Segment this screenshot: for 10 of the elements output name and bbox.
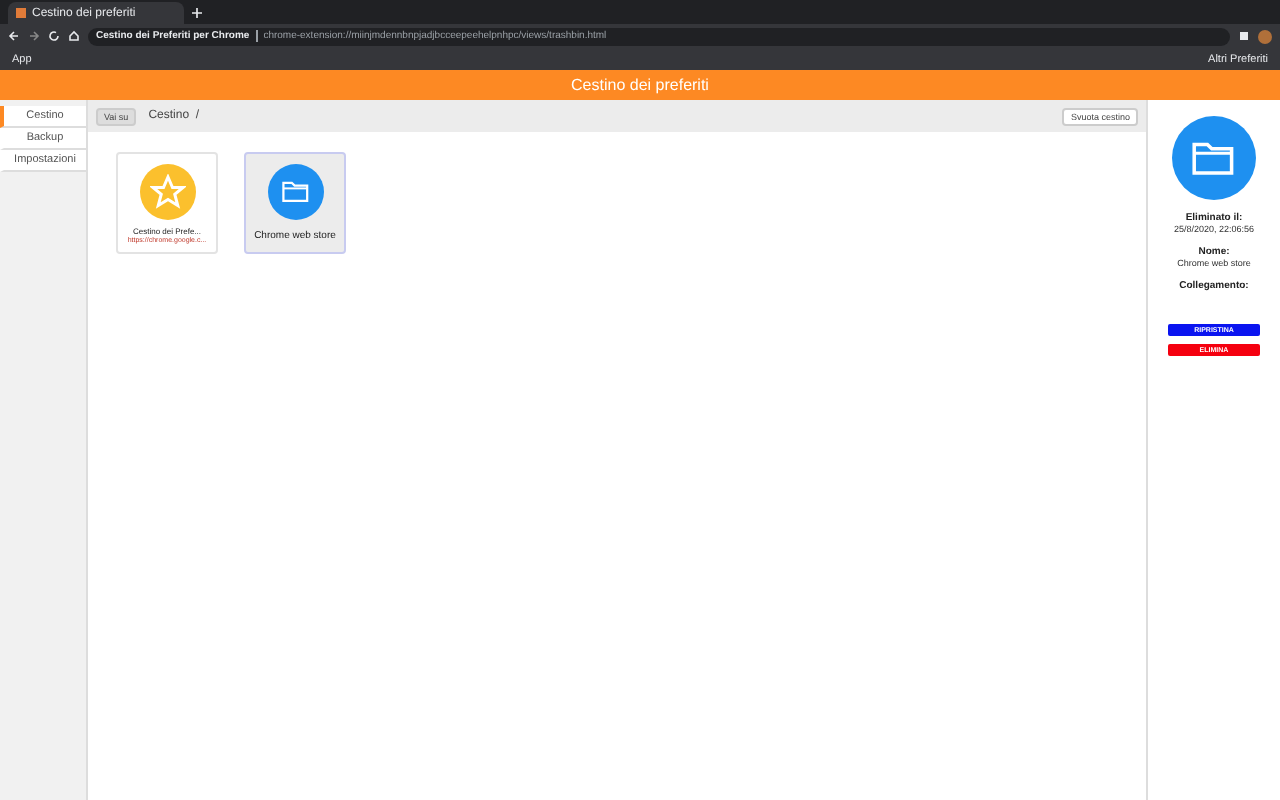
- avatar-icon[interactable]: [1258, 29, 1272, 43]
- forward-icon[interactable]: [28, 30, 40, 42]
- folder-icon: [1192, 140, 1236, 176]
- page-header: Cestino dei preferiti: [0, 70, 1280, 100]
- new-tab-icon[interactable]: [192, 8, 202, 18]
- back-icon[interactable]: [8, 30, 20, 42]
- star-icon: [149, 174, 185, 210]
- reload-icon[interactable]: [48, 30, 60, 42]
- folder-icon: [281, 180, 309, 204]
- home-icon[interactable]: [68, 30, 80, 42]
